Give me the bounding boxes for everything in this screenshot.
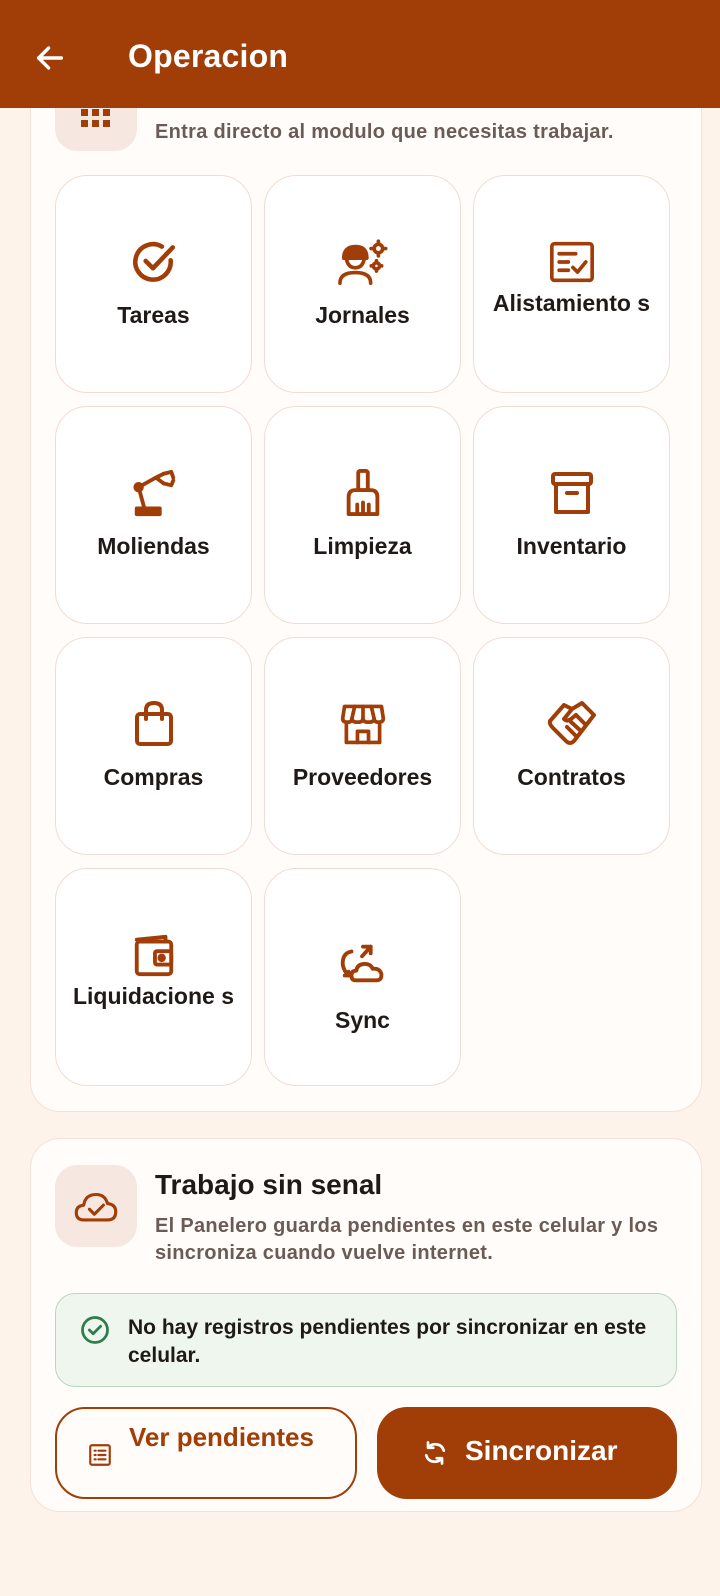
module-tile-label: Proveedores bbox=[292, 764, 433, 790]
module-tile-label: Liquidacione s bbox=[72, 983, 235, 1009]
modules-card: Entra directo al modulo que necesitas tr… bbox=[30, 60, 702, 1112]
module-tile-tareas[interactable]: Tareas bbox=[55, 175, 252, 393]
module-tile-compras[interactable]: Compras bbox=[55, 637, 252, 855]
check-circle-icon bbox=[132, 241, 175, 282]
module-tile-sync[interactable]: Sync bbox=[264, 868, 461, 1086]
module-tile-label: Moliendas bbox=[97, 533, 210, 559]
module-tile-proveedores[interactable]: Proveedores bbox=[264, 637, 461, 855]
handshake-icon bbox=[547, 701, 596, 745]
shopping-bag-icon bbox=[134, 701, 173, 746]
sync-button[interactable]: Sincronizar bbox=[377, 1407, 677, 1499]
offline-icon-box bbox=[55, 1165, 137, 1247]
list-icon bbox=[89, 1444, 111, 1466]
offline-card: Trabajo sin senal El Panelero guarda pen… bbox=[30, 1138, 702, 1512]
module-tile-label: Tareas bbox=[117, 302, 190, 328]
module-tile-label: Contratos bbox=[517, 764, 626, 790]
module-tile-limpieza[interactable]: Limpieza bbox=[264, 406, 461, 624]
module-tile-liquidaciones[interactable]: Liquidacione s bbox=[55, 868, 252, 1086]
cloud-check-icon bbox=[74, 1192, 118, 1222]
arrow-left-icon bbox=[36, 46, 64, 70]
broom-icon bbox=[346, 469, 379, 516]
grid-icon bbox=[81, 109, 110, 127]
sync-icon bbox=[424, 1441, 446, 1465]
check-circle-icon bbox=[81, 1316, 109, 1344]
checklist-icon bbox=[549, 241, 594, 283]
page-title: Operacion bbox=[128, 38, 289, 74]
sync-status-box: No hay registros pendientes por sincroni… bbox=[55, 1293, 677, 1387]
offline-description: El Panelero guarda pendientes en este ce… bbox=[155, 1215, 659, 1264]
module-tile-inventario[interactable]: Inventario bbox=[473, 406, 670, 624]
module-tile-label: Sync bbox=[335, 1007, 390, 1033]
cloud-sync-icon bbox=[340, 944, 383, 983]
sync-status-text: No hay registros pendientes por sincroni… bbox=[128, 1316, 647, 1367]
app-bar: Operacion bbox=[0, 0, 720, 108]
sync-button-label: Sincronizar bbox=[465, 1435, 618, 1466]
module-tile-alistamientos[interactable]: Alistamiento s bbox=[473, 175, 670, 393]
robot-arm-icon bbox=[132, 469, 175, 517]
offline-title: Trabajo sin senal bbox=[155, 1169, 383, 1200]
modules-subtitle: Entra directo al modulo que necesitas tr… bbox=[155, 121, 614, 143]
view-pending-button[interactable]: Ver pendientes bbox=[55, 1407, 357, 1499]
module-tile-jornales[interactable]: Jornales bbox=[264, 175, 461, 393]
wallet-icon bbox=[134, 934, 173, 977]
module-tile-label: Inventario bbox=[516, 533, 627, 559]
module-tile-label: Jornales bbox=[315, 302, 410, 328]
module-header-icon-box bbox=[55, 101, 137, 151]
module-tile-label: Compras bbox=[103, 764, 204, 790]
storefront-icon bbox=[340, 704, 385, 745]
worker-gear-icon bbox=[337, 239, 388, 285]
archive-box-icon bbox=[550, 472, 593, 514]
view-pending-label: Ver pendientes bbox=[129, 1422, 314, 1452]
module-tile-contratos[interactable]: Contratos bbox=[473, 637, 670, 855]
back-button[interactable] bbox=[26, 34, 74, 82]
module-tile-label: Limpieza bbox=[313, 533, 412, 559]
module-tile-moliendas[interactable]: Moliendas bbox=[55, 406, 252, 624]
module-tile-label: Alistamiento s bbox=[492, 290, 651, 316]
